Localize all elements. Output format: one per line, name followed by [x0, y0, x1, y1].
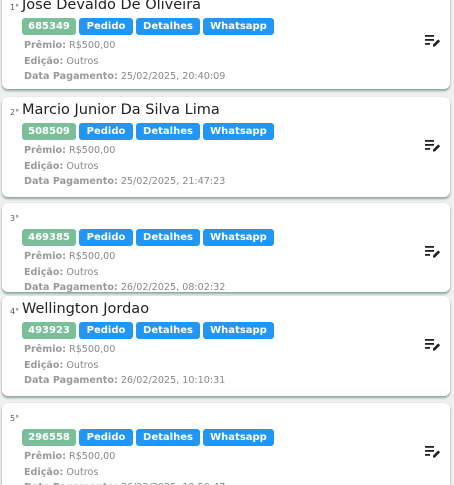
edit-list-icon[interactable] — [425, 138, 441, 152]
data-pagamento-value: 25/02/2025, 20:40:09 — [117, 71, 226, 82]
premio-value: R$500,00 — [65, 251, 116, 262]
rank-number: 3° — [10, 214, 20, 223]
data-pagamento-label: Data Pagamento: — [24, 282, 118, 293]
winner-info: Prêmio: R$500,00Edição: OutrosData Pagam… — [24, 249, 225, 296]
edit-list-icon[interactable] — [425, 33, 441, 47]
action-row: 493923 Pedido Detalhes Whatsapp — [22, 322, 274, 339]
pedido-button[interactable]: Pedido — [79, 123, 133, 140]
premio-label: Prêmio: — [24, 344, 66, 355]
action-row: 469385 Pedido Detalhes Whatsapp — [22, 229, 274, 246]
data-pagamento-value: 26/02/2025, 10:10:31 — [117, 375, 226, 386]
whatsapp-button[interactable]: Whatsapp — [203, 229, 274, 246]
action-row: 508509 Pedido Detalhes Whatsapp — [22, 123, 274, 140]
detalhes-button[interactable]: Detalhes — [136, 229, 200, 246]
ticket-number-badge: 685349 — [22, 18, 76, 35]
whatsapp-button[interactable]: Whatsapp — [203, 429, 274, 446]
whatsapp-button[interactable]: Whatsapp — [203, 123, 274, 140]
info-line: Edição: Outros — [24, 465, 225, 481]
info-line: Data Pagamento: 25/02/2025, 20:40:09 — [24, 69, 225, 85]
premio-label: Prêmio: — [24, 451, 66, 462]
edicao-value: Outros — [63, 359, 99, 371]
edit-list-icon[interactable] — [425, 337, 441, 351]
edicao-value: Outros — [63, 160, 99, 172]
premio-label: Prêmio: — [24, 251, 66, 262]
edicao-label: Edição: — [24, 266, 64, 278]
info-line: Data Pagamento: 26/02/2025, 10:50:47 — [24, 480, 225, 485]
winner-info: Prêmio: R$500,00Edição: OutrosData Pagam… — [24, 38, 225, 85]
detalhes-button[interactable]: Detalhes — [136, 18, 200, 35]
data-pagamento-label: Data Pagamento: — [24, 375, 118, 386]
info-line: Prêmio: R$500,00 — [24, 342, 225, 358]
premio-label: Prêmio: — [24, 145, 66, 156]
edit-list-icon[interactable] — [425, 244, 441, 258]
data-pagamento-label: Data Pagamento: — [24, 71, 118, 82]
pedido-button[interactable]: Pedido — [79, 429, 133, 446]
winner-card: 1° Jose Devaldo De Oliveira 685349 Pedido De… — [2, 0, 450, 89]
info-line: Data Pagamento: 26/02/2025, 08:02:32 — [24, 280, 225, 296]
info-line: Data Pagamento: 25/02/2025, 21:47:23 — [24, 174, 225, 190]
edicao-value: Outros — [63, 55, 99, 67]
premio-value: R$500,00 — [65, 145, 116, 156]
rank-number: 5° — [10, 414, 20, 423]
detalhes-button[interactable]: Detalhes — [136, 322, 200, 339]
info-line: Data Pagamento: 26/02/2025, 10:10:31 — [24, 373, 225, 389]
info-line: Prêmio: R$500,00 — [24, 249, 225, 265]
info-line: Prêmio: R$500,00 — [24, 143, 225, 159]
whatsapp-button[interactable]: Whatsapp — [203, 322, 274, 339]
edicao-label: Edição: — [24, 160, 64, 172]
pedido-button[interactable]: Pedido — [79, 18, 133, 35]
info-line: Prêmio: R$500,00 — [24, 38, 225, 54]
rank-number: 2° — [10, 108, 20, 117]
ticket-number-badge: 508509 — [22, 123, 76, 140]
premio-value: R$500,00 — [65, 451, 116, 462]
edicao-value: Outros — [63, 266, 99, 278]
edicao-label: Edição: — [24, 359, 64, 371]
rank-number: 1° — [10, 3, 20, 12]
edicao-label: Edição: — [24, 466, 64, 478]
ticket-number-badge: 493923 — [22, 322, 76, 339]
winner-card: 5° 296558 Pedido Detalhes Whatsapp Prêmio: R$… — [2, 403, 450, 485]
winner-info: Prêmio: R$500,00Edição: OutrosData Pagam… — [24, 449, 225, 485]
info-line: Prêmio: R$500,00 — [24, 449, 225, 465]
winner-card: 2° Marcio Junior Da Silva Lima 508509 Pedid… — [2, 97, 450, 197]
edit-list-icon[interactable] — [425, 444, 441, 458]
detalhes-button[interactable]: Detalhes — [136, 123, 200, 140]
winner-name: Wellington Jordao — [22, 301, 150, 317]
ticket-number-badge: 296558 — [22, 429, 76, 446]
action-row: 296558 Pedido Detalhes Whatsapp — [22, 429, 274, 446]
edicao-value: Outros — [63, 466, 99, 478]
premio-value: R$500,00 — [65, 344, 116, 355]
winner-name: Marcio Junior Da Silva Lima — [22, 102, 220, 118]
winner-info: Prêmio: R$500,00Edição: OutrosData Pagam… — [24, 342, 225, 389]
data-pagamento-value: 26/02/2025, 08:02:32 — [117, 282, 226, 293]
data-pagamento-value: 25/02/2025, 21:47:23 — [117, 176, 226, 187]
info-line: Edição: Outros — [24, 265, 225, 281]
premio-value: R$500,00 — [65, 40, 116, 51]
info-line: Edição: Outros — [24, 358, 225, 374]
winner-card: 3° 469385 Pedido Detalhes Whatsapp Prêmio: R$… — [2, 203, 450, 293]
premio-label: Prêmio: — [24, 40, 66, 51]
winner-info: Prêmio: R$500,00Edição: OutrosData Pagam… — [24, 143, 225, 190]
pedido-button[interactable]: Pedido — [79, 229, 133, 246]
winner-name: Jose Devaldo De Oliveira — [22, 0, 202, 13]
winners-list: 1° Jose Devaldo De Oliveira 685349 Pedido De… — [0, 0, 454, 485]
rank-number: 4° — [10, 307, 20, 316]
edicao-label: Edição: — [24, 55, 64, 67]
data-pagamento-label: Data Pagamento: — [24, 176, 118, 187]
whatsapp-button[interactable]: Whatsapp — [203, 18, 274, 35]
info-line: Edição: Outros — [24, 54, 225, 70]
action-row: 685349 Pedido Detalhes Whatsapp — [22, 18, 274, 35]
info-line: Edição: Outros — [24, 159, 225, 175]
winner-card: 4° Wellington Jordao 493923 Pedido Detalhes W… — [2, 296, 450, 396]
ticket-number-badge: 469385 — [22, 229, 76, 246]
detalhes-button[interactable]: Detalhes — [136, 429, 200, 446]
pedido-button[interactable]: Pedido — [79, 322, 133, 339]
